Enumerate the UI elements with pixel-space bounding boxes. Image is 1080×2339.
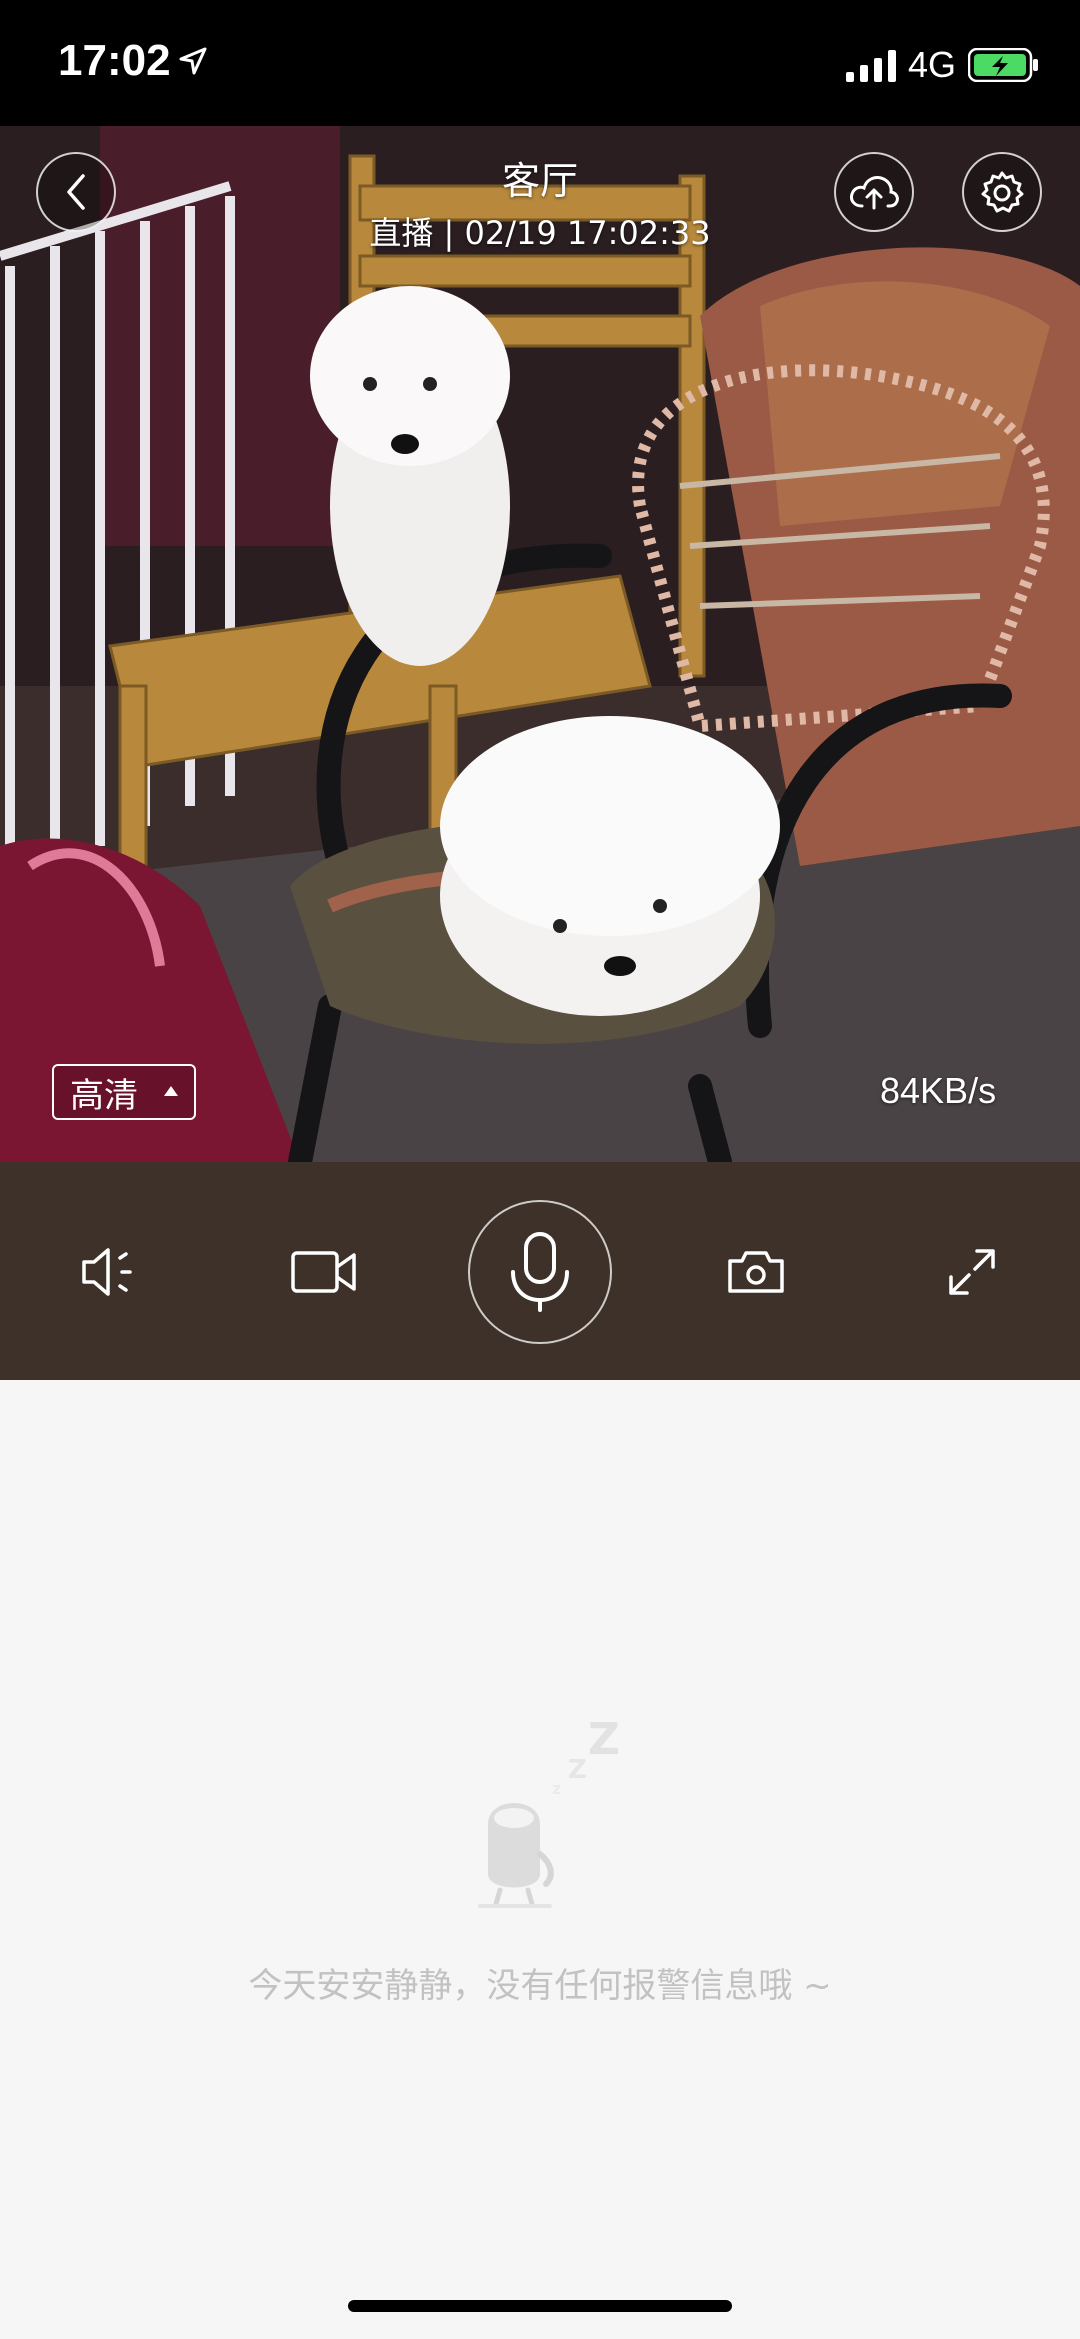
video-feed[interactable] [0, 126, 1080, 1162]
battery-charging-icon [968, 48, 1038, 82]
empty-alerts-message: 今天安安静静，没有任何报警信息哦 ~ [248, 1966, 832, 2006]
microphone-icon [511, 1232, 569, 1312]
speaker-button[interactable] [68, 1232, 148, 1312]
signal-bars-icon [846, 50, 896, 82]
camera-icon [728, 1251, 784, 1293]
video-record-icon [291, 1251, 356, 1293]
status-bar: 17:02 4G [0, 0, 1080, 126]
fullscreen-icon [949, 1249, 995, 1295]
svg-text:Z: Z [588, 1714, 620, 1765]
talk-button[interactable] [468, 1200, 612, 1344]
status-time: 17:02 [58, 36, 171, 85]
back-button[interactable] [36, 152, 116, 232]
live-timestamp: 直播 | 02/19 17:02:33 [369, 214, 711, 252]
snapshot-button[interactable] [716, 1232, 796, 1312]
gear-icon [981, 171, 1024, 213]
quality-selector[interactable]: 高清 [52, 1064, 196, 1120]
sleeping-robot-icon: Z Z z [478, 1714, 620, 1908]
home-indicator[interactable] [348, 2300, 732, 2312]
network-label: 4G [908, 44, 957, 85]
settings-button[interactable] [962, 152, 1042, 232]
camera-image [0, 126, 1080, 1162]
camera-title: 客厅 [501, 159, 578, 203]
location-arrow-icon [179, 47, 207, 75]
cloud-upload-button[interactable] [834, 152, 914, 232]
back-icon [67, 174, 85, 210]
fullscreen-button[interactable] [932, 1232, 1012, 1312]
svg-text:Z: Z [568, 1755, 587, 1785]
record-video-button[interactable] [284, 1232, 364, 1312]
bitrate-label: 84KB/s [880, 1070, 997, 1111]
speaker-icon [82, 1248, 132, 1296]
caret-up-icon [164, 1086, 178, 1096]
svg-text:z: z [552, 1779, 561, 1798]
cloud-upload-icon [850, 176, 899, 210]
quality-label: 高清 [70, 1075, 138, 1116]
